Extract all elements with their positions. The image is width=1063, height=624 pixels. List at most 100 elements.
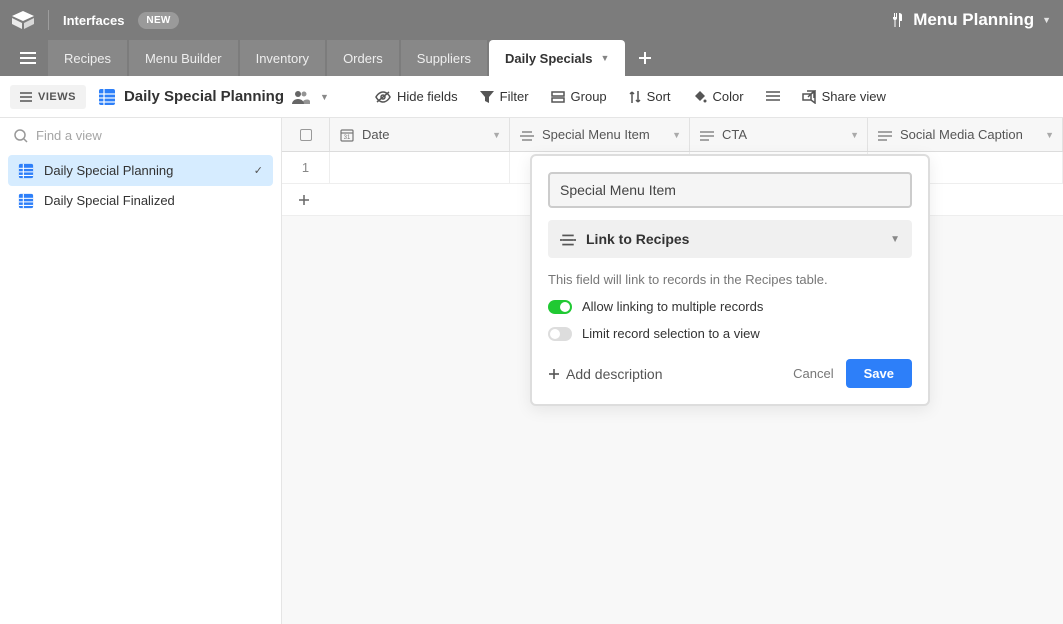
grid-view-icon [98,88,116,106]
toggle-allow-multiple: Allow linking to multiple records [548,299,912,314]
plus-icon [548,368,560,380]
search-icon [14,129,28,143]
add-description-label: Add description [566,366,663,382]
view-toolbar: VIEWS Daily Special Planning ▼ Hide fiel… [0,76,1063,118]
tab-label: Recipes [64,51,111,66]
divider [48,10,49,30]
toggle-limit-view: Limit record selection to a view [548,326,912,341]
column-label: Date [362,127,389,142]
checkbox-icon[interactable] [300,129,312,141]
svg-text:31: 31 [344,135,351,141]
tab-menu-builder[interactable]: Menu Builder [129,40,238,76]
tool-label: Color [713,89,744,104]
utensils-icon [889,12,905,29]
row-height-button[interactable] [758,85,788,109]
views-toggle-button[interactable]: VIEWS [10,85,86,109]
toggle-label: Allow linking to multiple records [582,299,763,314]
top-header-right: Menu Planning ▼ [889,10,1051,30]
views-label: VIEWS [38,91,76,103]
view-item-label: Daily Special Planning [44,163,173,178]
field-type-selector[interactable]: Link to Recipes ▼ [548,220,912,258]
select-all-header[interactable] [282,118,330,151]
cell-date[interactable] [330,152,510,183]
tabs-bar: Recipes Menu Builder Inventory Orders Su… [0,40,1063,76]
tab-inventory[interactable]: Inventory [240,40,325,76]
tool-label: Filter [500,89,529,104]
workspace-title[interactable]: Menu Planning [913,10,1034,30]
field-help-text: This field will link to records in the R… [548,272,912,287]
filter-button[interactable]: Filter [472,83,537,110]
add-description-button[interactable]: Add description [548,366,663,382]
tab-label: Orders [343,51,383,66]
column-label: CTA [722,127,747,142]
column-header-social-caption[interactable]: Social Media Caption ▼ [868,118,1063,151]
tab-label: Inventory [256,51,309,66]
view-item-label: Daily Special Finalized [44,193,175,208]
field-type-label: Link to Recipes [586,231,689,247]
tool-label: Hide fields [397,89,458,104]
tab-label: Suppliers [417,51,471,66]
view-item-daily-special-finalized[interactable]: Daily Special Finalized [8,186,273,217]
view-search [0,118,281,149]
toggle-switch[interactable] [548,327,572,341]
top-header: Interfaces NEW Menu Planning ▼ [0,0,1063,40]
column-label: Special Menu Item [542,127,650,142]
add-table-button[interactable] [627,40,663,76]
tab-daily-specials[interactable]: Daily Specials ▼ [489,40,625,76]
column-header-date[interactable]: 31 Date ▼ [330,118,510,151]
view-name-group: Daily Special Planning ▼ [98,88,329,106]
chevron-down-icon[interactable]: ▼ [850,130,859,140]
calendar-icon: 31 [340,127,354,143]
chevron-down-icon[interactable]: ▼ [672,130,681,140]
interfaces-link[interactable]: Interfaces [63,13,124,28]
view-item-daily-special-planning[interactable]: Daily Special Planning ✓ [8,155,273,186]
toggle-switch[interactable] [548,300,572,314]
tab-suppliers[interactable]: Suppliers [401,40,487,76]
grid-area: 31 Date ▼ Special Menu Item ▼ CTA ▼ [282,118,1063,624]
main-area: Daily Special Planning ✓ Daily Special F… [0,118,1063,624]
chevron-down-icon[interactable]: ▼ [320,92,329,102]
tab-label: Daily Specials [505,51,592,66]
column-header-special-item[interactable]: Special Menu Item ▼ [510,118,690,151]
tool-label: Share view [822,89,886,104]
sort-button[interactable]: Sort [621,83,679,110]
views-sidebar: Daily Special Planning ✓ Daily Special F… [0,118,282,624]
hide-fields-button[interactable]: Hide fields [367,83,466,110]
app-logo-icon[interactable] [12,11,34,29]
tool-label: Group [571,89,607,104]
chevron-down-icon[interactable]: ▼ [492,130,501,140]
top-header-left: Interfaces NEW [12,10,179,30]
cancel-button[interactable]: Cancel [781,359,845,388]
save-button[interactable]: Save [846,359,912,388]
current-view-name[interactable]: Daily Special Planning [124,88,284,105]
chevron-down-icon[interactable]: ▼ [600,53,609,63]
field-name-input[interactable] [548,172,912,208]
link-records-icon [560,231,576,247]
column-headers: 31 Date ▼ Special Menu Item ▼ CTA ▼ [282,118,1063,152]
view-search-input[interactable] [36,128,267,143]
popover-footer: Add description Cancel Save [548,359,912,388]
tab-label: Menu Builder [145,51,222,66]
color-button[interactable]: Color [685,83,752,110]
tool-label: Sort [647,89,671,104]
chevron-down-icon[interactable]: ▼ [1045,130,1054,140]
column-label: Social Media Caption [900,127,1023,142]
toggle-label: Limit record selection to a view [582,326,760,341]
long-text-icon [700,127,714,142]
new-badge: NEW [138,12,178,29]
chevron-down-icon[interactable]: ▼ [1042,15,1051,25]
tab-orders[interactable]: Orders [327,40,399,76]
view-list: Daily Special Planning ✓ Daily Special F… [0,149,281,222]
grid-view-icon [18,193,34,210]
tab-recipes[interactable]: Recipes [48,40,127,76]
share-view-button[interactable]: Share view [794,83,894,110]
collaborators-icon[interactable] [292,89,310,105]
group-button[interactable]: Group [543,83,615,110]
check-icon: ✓ [254,164,263,177]
row-number[interactable]: 1 [282,152,330,183]
hamburger-menu-icon[interactable] [8,40,48,76]
field-config-popover: Link to Recipes ▼ This field will link t… [530,154,930,406]
grid-view-icon [18,162,34,179]
long-text-icon [878,127,892,142]
column-header-cta[interactable]: CTA ▼ [690,118,868,151]
